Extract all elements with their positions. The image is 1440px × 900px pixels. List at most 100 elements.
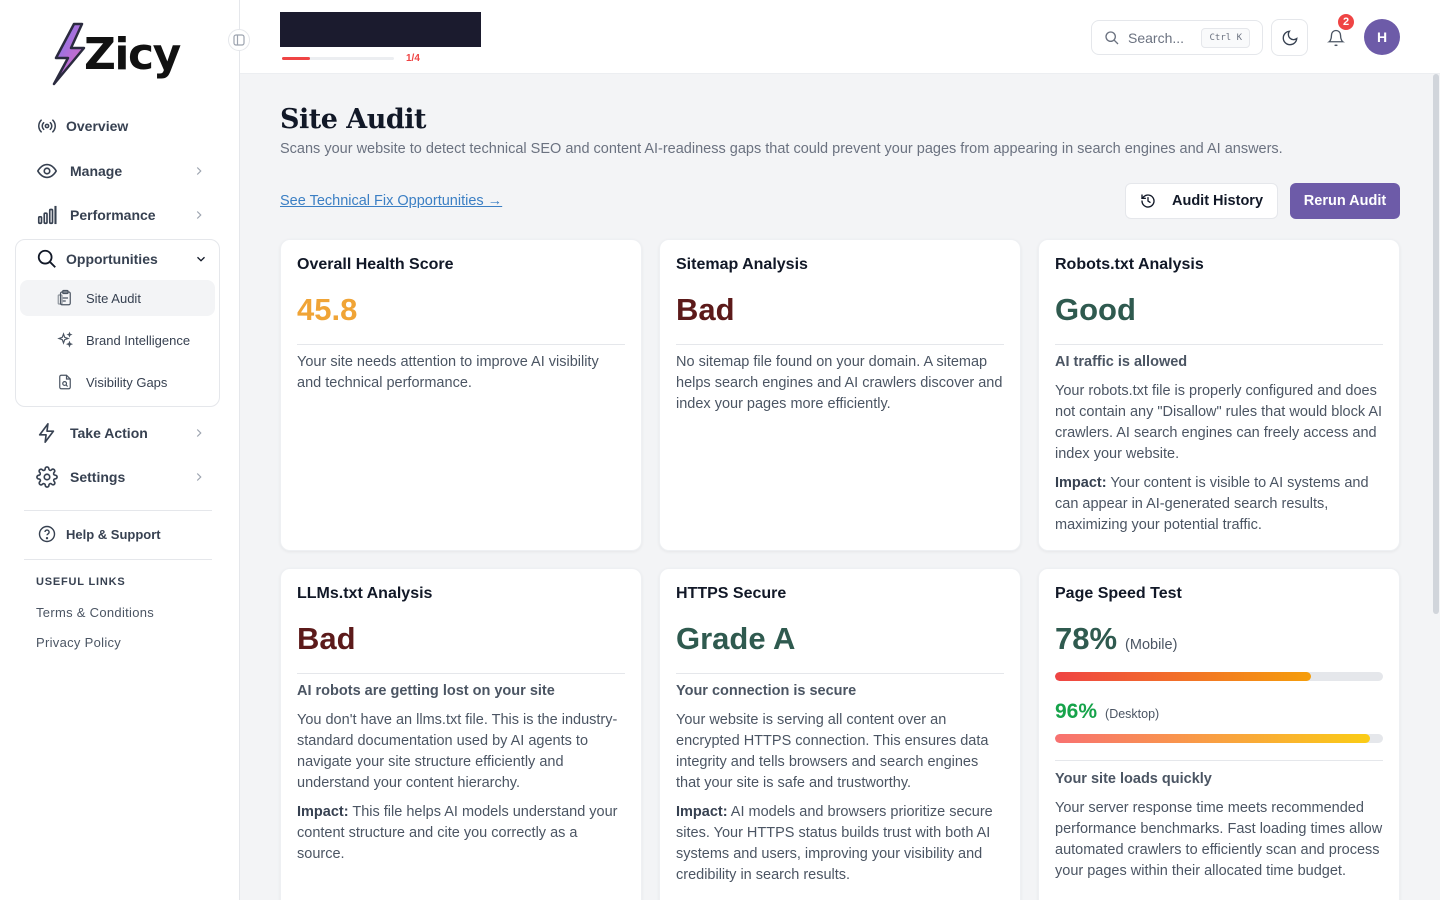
gear-icon [36, 466, 58, 488]
main-scrollbar[interactable] [1432, 74, 1440, 900]
desktop-speed-bar [1055, 734, 1383, 743]
clipboard-icon [57, 289, 71, 306]
card-text: You don't have an llms.txt file. This is… [297, 712, 618, 791]
card-title: Sitemap Analysis [676, 256, 808, 273]
card-text: Your server response time meets recommen… [1055, 800, 1383, 879]
setup-progress-bar [282, 57, 394, 60]
card-impact: Impact: AI models and browsers prioritiz… [676, 802, 1004, 886]
card-subhead: Your connection is secure [676, 683, 857, 699]
sparkles-icon [57, 331, 74, 348]
card-divider [297, 673, 625, 674]
sidebar: Zicy Overview Manage Performance Opportu… [0, 0, 250, 900]
card-impact: Impact: Your content is visible to AI sy… [1055, 473, 1383, 536]
card-title: HTTPS Secure [676, 585, 787, 602]
sub-item-label: Visibility Gaps [86, 374, 168, 390]
nav-settings[interactable]: Settings [36, 465, 208, 489]
card-body: Your site needs attention to improve AI … [297, 352, 625, 402]
setup-progress-label: 1/4 [406, 53, 420, 64]
card-text: No sitemap file found on your domain. A … [676, 354, 1003, 412]
terms-link[interactable]: Terms & Conditions [36, 605, 154, 620]
sub-item-visibility-gaps[interactable]: Visibility Gaps [20, 364, 215, 400]
card-subhead: AI traffic is allowed [1055, 354, 1188, 370]
project-name-redacted[interactable] [280, 12, 481, 47]
health-score-value: 45.8 [297, 292, 358, 327]
desktop-speed-value: 96% [1055, 700, 1098, 723]
health-score-card: Overall Health Score 45.8 Your site need… [280, 239, 642, 551]
sub-item-site-audit[interactable]: Site Audit [20, 280, 215, 316]
card-divider [1055, 760, 1383, 761]
lightning-icon [36, 422, 58, 444]
card-divider [297, 344, 625, 345]
mobile-speed-fill [1055, 672, 1311, 681]
nav-performance[interactable]: Performance [36, 203, 208, 227]
impact-label: Impact: [297, 804, 349, 820]
scrollbar-thumb[interactable] [1433, 74, 1439, 614]
search-shortcut: Ctrl K [1201, 28, 1250, 48]
nav-overview[interactable]: Overview [36, 114, 208, 138]
rerun-audit-button[interactable]: Rerun Audit [1290, 183, 1400, 219]
llms-status: Bad [297, 621, 356, 656]
desktop-speed-fill [1055, 734, 1370, 743]
file-search-icon [59, 374, 71, 390]
sidebar-toggle-icon [233, 34, 245, 46]
search-icon [36, 248, 58, 270]
chevron-right-icon [196, 211, 202, 219]
audit-history-label: Audit History [1171, 193, 1264, 209]
nav-take-action[interactable]: Take Action [36, 421, 208, 445]
search-input[interactable]: Search... Ctrl K [1091, 20, 1263, 55]
card-divider [676, 673, 1004, 674]
card-title: Overall Health Score [297, 256, 454, 273]
history-icon [1140, 193, 1156, 209]
moon-icon [1282, 29, 1298, 45]
card-body: Your connection is secure Your website i… [676, 681, 1004, 894]
mobile-speed-label: (Mobile) [1125, 637, 1178, 653]
sitemap-status: Bad [676, 292, 735, 327]
robots-card: Robots.txt Analysis Good AI traffic is a… [1038, 239, 1400, 551]
nav-label: Manage [70, 163, 123, 179]
audit-history-button[interactable]: Audit History [1125, 183, 1278, 219]
card-divider [676, 344, 1004, 345]
collapse-sidebar-button[interactable] [228, 29, 250, 51]
avatar[interactable]: H [1364, 19, 1400, 55]
nav-label: Performance [70, 207, 156, 223]
chevron-right-icon [196, 167, 202, 175]
nav-label: Opportunities [66, 251, 158, 267]
page-subtitle: Scans your website to detect technical S… [280, 141, 1283, 157]
card-text: Your robots.txt file is properly configu… [1055, 383, 1383, 462]
desktop-speed-row: 96% (Desktop) [1055, 700, 1159, 724]
card-text: Your site needs attention to improve AI … [297, 354, 599, 391]
card-subhead: Your site loads quickly [1055, 771, 1212, 787]
card-body: No sitemap file found on your domain. A … [676, 352, 1004, 423]
card-text: Your website is serving all content over… [676, 712, 989, 791]
theme-toggle-button[interactable] [1271, 19, 1308, 56]
mobile-speed-bar [1055, 672, 1383, 681]
bar-chart-icon [36, 204, 58, 226]
card-title: Robots.txt Analysis [1055, 256, 1204, 273]
card-body: AI traffic is allowed Your robots.txt fi… [1055, 352, 1383, 544]
topbar: 1/4 Search... Ctrl K 2 H [240, 0, 1440, 74]
nav-help-support[interactable]: Help & Support [36, 522, 208, 546]
chevron-down-icon [197, 256, 205, 262]
nav-opportunities[interactable]: Opportunities [36, 247, 208, 271]
bell-icon [1327, 29, 1345, 47]
divider [24, 510, 212, 511]
chevron-right-icon [196, 473, 202, 481]
sub-item-brand-intelligence[interactable]: Brand Intelligence [20, 322, 215, 358]
technical-fix-link[interactable]: See Technical Fix Opportunities → [280, 193, 502, 209]
notification-badge: 2 [1336, 12, 1356, 32]
useful-links-title: USEFUL LINKS [36, 576, 126, 588]
desktop-speed-label: (Desktop) [1105, 707, 1160, 721]
nav-manage[interactable]: Manage [36, 159, 208, 183]
https-card: HTTPS Secure Grade A Your connection is … [659, 568, 1021, 900]
card-subhead: AI robots are getting lost on your site [297, 683, 555, 699]
logo[interactable]: Zicy [50, 22, 181, 86]
setup-progress-fill [282, 57, 310, 60]
privacy-link[interactable]: Privacy Policy [36, 635, 121, 650]
page-speed-card: Page Speed Test 78% (Mobile) 96% (Deskto… [1038, 568, 1400, 900]
logo-text: Zicy [84, 28, 181, 80]
card-impact: Impact: This file helps AI models unders… [297, 802, 625, 865]
page-title: Site Audit [280, 104, 427, 135]
robots-status: Good [1055, 292, 1136, 327]
broadcast-icon [36, 115, 58, 137]
card-body: AI robots are getting lost on your site … [297, 681, 625, 873]
